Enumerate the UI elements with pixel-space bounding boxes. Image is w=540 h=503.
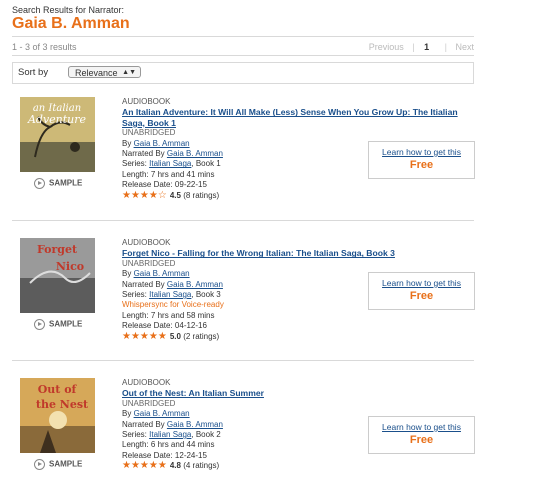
previous-link[interactable]: Previous (369, 42, 404, 52)
result-format: UNABRIDGED (122, 398, 176, 408)
star-rating-icon: ★★★★★ (122, 460, 167, 472)
series-link[interactable]: Italian Saga (149, 430, 191, 439)
search-results-label: Search Results for Narrator: (12, 5, 125, 15)
audiobook-cover[interactable]: Forget Nico (20, 238, 95, 313)
play-icon (34, 319, 45, 330)
play-icon (34, 459, 45, 470)
result-format: UNABRIDGED (122, 258, 176, 268)
audiobook-cover[interactable]: Out of the Nest (20, 378, 95, 453)
price-label: Free (409, 434, 434, 446)
sort-selected-value: Relevance (75, 68, 118, 78)
cover-art-icon: an Italian Adventure (20, 97, 95, 172)
svg-text:the Nest: the Nest (36, 398, 89, 411)
result-item: Forget Nico SAMPLE AUDIOBOOK Forget Nico… (12, 238, 478, 363)
rating-value: 4.8 (169, 461, 181, 471)
rating-value: 4.5 (169, 190, 181, 200)
result-category: AUDIOBOOK (122, 378, 171, 387)
sample-button[interactable]: SAMPLE (34, 319, 82, 330)
rating-value: 5.0 (169, 331, 181, 341)
current-page[interactable]: 1 (424, 42, 429, 52)
result-item: Out of the Nest SAMPLE AUDIOBOOK Out of … (12, 378, 478, 503)
rating-line: ★★★★★ 4.8 (4 ratings) (122, 461, 482, 471)
learn-how-link[interactable]: Learn how to get this (369, 278, 474, 288)
result-category: AUDIOBOOK (122, 238, 171, 247)
svg-text:Forget: Forget (37, 243, 78, 256)
result-title-link[interactable]: An Italian Adventure: It Will All Make (… (122, 107, 482, 128)
learn-how-link[interactable]: Learn how to get this (369, 422, 474, 432)
rating-line: ★★★★★ 5.0 (2 ratings) (122, 330, 482, 342)
divider (12, 360, 474, 361)
pagination: Previous | 1 | Next (369, 42, 474, 52)
get-offer-box: Learn how to get this Free (368, 416, 475, 454)
result-category: AUDIOBOOK (122, 97, 171, 106)
narrator-link[interactable]: Gaia B. Amman (167, 280, 223, 289)
sample-button[interactable]: SAMPLE (34, 178, 82, 189)
sort-bar: Sort by Relevance ▲▼ (12, 62, 474, 84)
get-offer-box: Learn how to get this Free (368, 141, 475, 179)
learn-how-link[interactable]: Learn how to get this (369, 147, 474, 157)
author-link[interactable]: Gaia B. Amman (134, 269, 190, 278)
price-label: Free (409, 290, 434, 302)
release-line: Release Date: 09-22-15 (122, 180, 207, 190)
results-count: 1 - 3 of 3 results (12, 42, 77, 52)
release-line: Release Date: 04-12-16 (122, 321, 207, 331)
next-link[interactable]: Next (455, 42, 474, 52)
series-link[interactable]: Italian Saga (149, 290, 191, 299)
audiobook-cover[interactable]: an Italian Adventure (20, 97, 95, 172)
divider (12, 220, 474, 221)
author-link[interactable]: Gaia B. Amman (134, 409, 190, 418)
divider (12, 55, 474, 56)
star-rating-icon: ★★★★☆ (122, 189, 167, 201)
result-title-link[interactable]: Out of the Nest: An Italian Summer (122, 388, 482, 398)
result-item: an Italian Adventure SAMPLE AUDIOBOOK An… (12, 97, 478, 222)
svg-text:Out of: Out of (38, 383, 78, 396)
rating-count: (2 ratings) (183, 331, 220, 341)
select-arrows-icon: ▲▼ (122, 69, 136, 76)
result-format: UNABRIDGED (122, 128, 176, 138)
narrator-link[interactable]: Gaia B. Amman (167, 420, 223, 429)
result-title-link[interactable]: Forget Nico - Falling for the Wrong Ital… (122, 248, 482, 258)
get-offer-box: Learn how to get this Free (368, 272, 475, 310)
rating-line: ★★★★☆ 4.5 (8 ratings) (122, 189, 482, 201)
rating-count: (8 ratings) (183, 190, 220, 200)
series-link[interactable]: Italian Saga (149, 159, 191, 168)
cover-art-icon: Out of the Nest (20, 378, 95, 453)
star-rating-icon: ★★★★★ (122, 330, 167, 342)
svg-text:Nico: Nico (56, 260, 84, 273)
cover-art-icon: Forget Nico (20, 238, 95, 313)
pager-separator: | (444, 42, 447, 52)
sample-button[interactable]: SAMPLE (34, 459, 82, 470)
svg-text:Adventure: Adventure (27, 113, 87, 126)
length-line: Length: 7 hrs and 58 mins (122, 310, 215, 320)
play-icon (34, 178, 45, 189)
price-label: Free (409, 159, 434, 171)
sort-select[interactable]: Relevance ▲▼ (68, 66, 141, 78)
narrator-link[interactable]: Gaia B. Amman (167, 149, 223, 158)
author-link[interactable]: Gaia B. Amman (134, 139, 190, 148)
narrator-name-heading: Gaia B. Amman (12, 15, 130, 32)
divider (12, 36, 474, 37)
pager-separator: | (412, 42, 415, 52)
rating-count: (4 ratings) (183, 461, 220, 471)
sort-label: Sort by (18, 67, 49, 78)
